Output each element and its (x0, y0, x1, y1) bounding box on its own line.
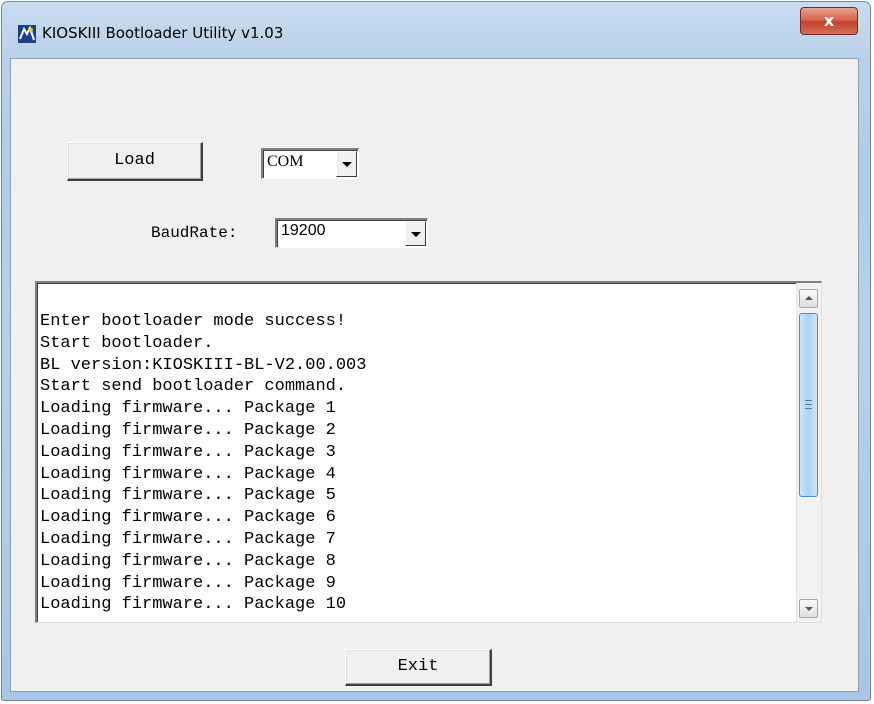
close-button[interactable]: x (800, 7, 858, 35)
log-line: Loading firmware... Package 9 (40, 573, 336, 593)
baud-rate-select[interactable]: 19200 (275, 218, 428, 248)
log-line: Loading firmware... Package 4 (40, 464, 336, 484)
scroll-up-icon[interactable] (799, 289, 818, 308)
vertical-scrollbar[interactable] (796, 283, 821, 622)
app-icon (18, 25, 36, 43)
log-output[interactable]: Enter bootloader mode success! Start boot… (35, 281, 822, 623)
log-line: Loading firmware... Package 7 (40, 529, 336, 549)
load-button[interactable]: Load (67, 142, 203, 181)
log-line: Loading firmware... Package 1 (40, 399, 336, 419)
dialog-body: Load COM BaudRate: 19200 Enter bootloade… (10, 58, 859, 692)
baud-rate-value: 19200 (281, 222, 326, 239)
scroll-down-icon[interactable] (799, 599, 818, 618)
port-select[interactable]: COM (261, 148, 359, 179)
chevron-down-icon[interactable] (405, 221, 426, 246)
log-line: Loading firmware... Package 3 (40, 442, 336, 462)
grip-icon (805, 400, 812, 409)
app-window: KIOSKIII Bootloader Utility v1.03 x Load… (1, 1, 871, 701)
close-icon: x (823, 11, 835, 30)
log-line: Loading firmware... Package 2 (40, 420, 336, 440)
chevron-down-icon[interactable] (336, 151, 357, 177)
log-line: Enter bootloader mode success! (40, 312, 347, 331)
log-line: Loading firmware... Package 8 (40, 551, 336, 571)
scroll-thumb[interactable] (799, 313, 818, 497)
window-title: KIOSKIII Bootloader Utility v1.03 (42, 24, 284, 42)
log-line: BL version:KIOSKIII-BL-V2.00.003 (40, 355, 367, 375)
log-line: Start bootloader. (40, 333, 214, 353)
log-line: Loading firmware... Package 5 (40, 486, 336, 506)
baud-rate-label: BaudRate: (151, 224, 238, 242)
log-lines: Enter bootloader mode success! Start boot… (40, 311, 791, 616)
log-line: Loading firmware... Package 6 (40, 508, 336, 528)
exit-button[interactable]: Exit (345, 649, 492, 686)
log-line: Loading firmware... Package 10 (40, 595, 347, 615)
log-line: Start send bootloader command. (40, 377, 347, 397)
port-select-value: COM (267, 153, 304, 170)
title-bar[interactable]: KIOSKIII Bootloader Utility v1.03 x (2, 2, 870, 58)
